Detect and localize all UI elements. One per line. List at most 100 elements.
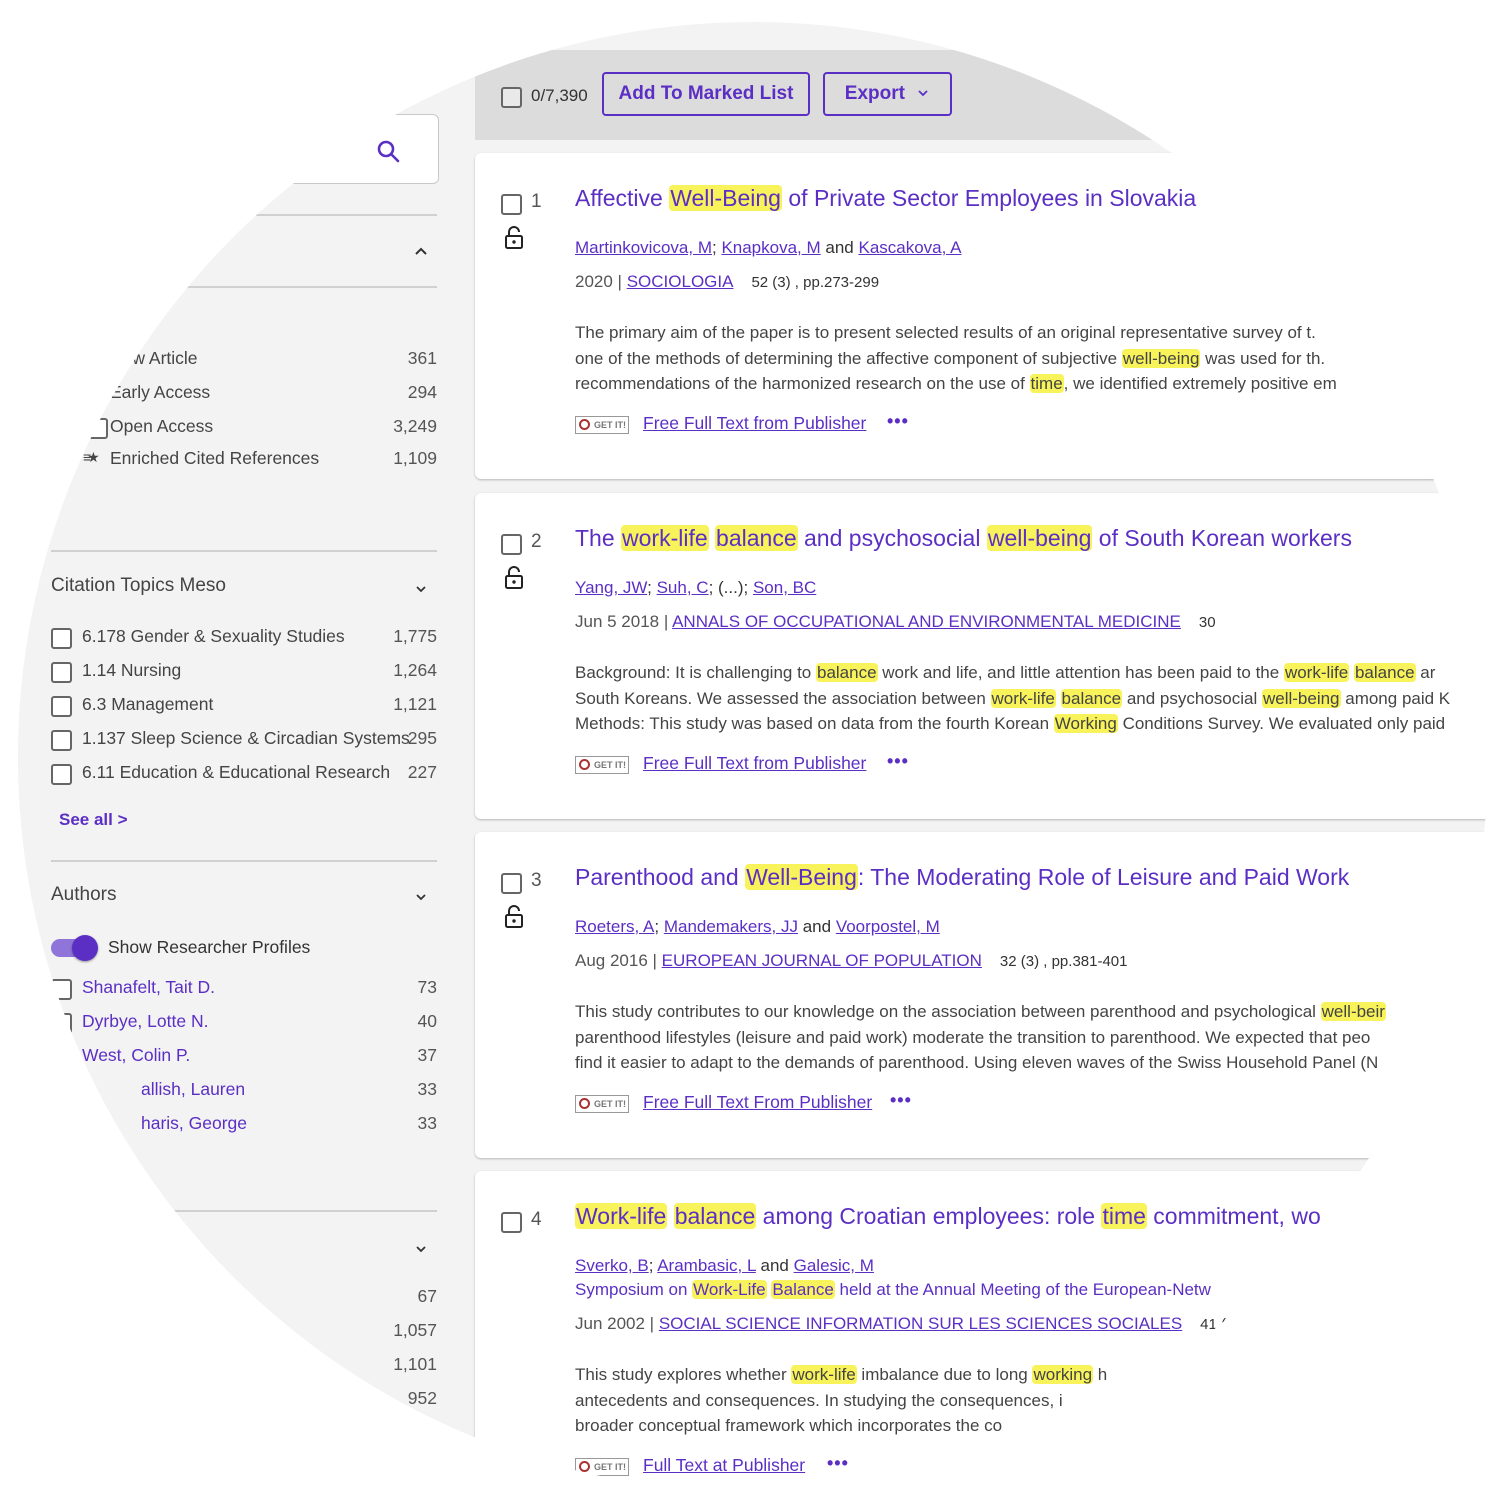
author-row[interactable]: West, Colin P. 37 — [51, 1044, 437, 1070]
journal-link[interactable]: SOCIOLOGIA — [627, 272, 734, 291]
author-link[interactable]: Son, BC — [753, 578, 816, 597]
author-link[interactable]: haris, George — [141, 1113, 247, 1134]
researcher-profiles-toggle[interactable] — [51, 935, 99, 961]
more-options-icon[interactable]: ••• — [887, 411, 909, 432]
result-title-link[interactable]: Affective Well-Being of Private Sector E… — [575, 185, 1196, 212]
topic-checkbox[interactable] — [51, 662, 72, 683]
result-title-link[interactable]: Parenthood and Well-Being: The Moderatin… — [575, 864, 1349, 891]
filter-row[interactable]: Open Access 3,249 — [51, 415, 437, 441]
journal-link[interactable]: SOCIAL SCIENCE INFORMATION SUR LES SCIEN… — [659, 1314, 1182, 1333]
author-link[interactable]: Shanafelt, Tait D. — [82, 977, 215, 998]
author-link[interactable]: Kascakova, A — [858, 238, 961, 257]
filter-checkbox[interactable] — [87, 350, 108, 371]
author-link[interactable]: West, Colin P. — [82, 1045, 190, 1066]
result-card: 1 Affective Well-Being of Private Sector … — [475, 153, 1488, 479]
filter-row[interactable]: ≡★ Enriched Cited References 1,109 — [51, 447, 437, 473]
chevron-down-icon[interactable] — [412, 888, 430, 906]
author-link[interactable]: Yang, JW — [575, 578, 647, 597]
filter-row[interactable]: 67 — [51, 1285, 437, 1311]
author-checkbox[interactable] — [51, 979, 72, 1000]
select-all-checkbox[interactable] — [501, 87, 522, 108]
get-it-label: GET IT! — [594, 760, 626, 770]
author-row[interactable]: haris, George 33 — [51, 1112, 437, 1138]
topic-row[interactable]: 6.11 Education & Educational Research 227 — [51, 761, 437, 787]
result-number: 4 — [531, 1209, 542, 1230]
filter-checkbox[interactable] — [87, 418, 108, 439]
conference-link[interactable]: Symposium on Work-Life Balance held at t… — [575, 1280, 1211, 1300]
result-checkbox[interactable] — [501, 534, 522, 555]
result-checkbox[interactable] — [501, 1212, 522, 1233]
open-access-lock-icon — [504, 904, 524, 933]
get-it-button[interactable]: GET IT! — [575, 416, 629, 434]
author-link[interactable]: Dyrbye, Lotte N. — [82, 1011, 208, 1032]
author-checkbox[interactable] — [51, 1013, 72, 1034]
more-options-icon[interactable]: ••• — [827, 1453, 849, 1474]
result-title-link[interactable]: Work-life balance among Croatian employe… — [575, 1203, 1321, 1230]
citation-topics-title[interactable]: Citation Topics Meso — [51, 575, 226, 597]
get-it-button[interactable]: GET IT! — [575, 1095, 629, 1113]
author-checkbox[interactable] — [51, 1081, 72, 1102]
filter-row[interactable]: Early Access 294 — [51, 381, 437, 407]
get-it-button[interactable]: GET IT! — [575, 1458, 629, 1476]
author-checkbox[interactable] — [51, 1047, 72, 1068]
author-row[interactable]: allish, Lauren 33 — [51, 1078, 437, 1104]
author-link[interactable]: Mandemakers, JJ — [664, 917, 798, 936]
add-to-marked-list-button[interactable]: Add To Marked List — [602, 72, 810, 116]
filter-row[interactable]: view Article 361 — [51, 347, 437, 373]
topic-row[interactable]: 6.3 Management 1,121 — [51, 693, 437, 719]
author-row[interactable]: Shanafelt, Tait D. 73 — [51, 976, 437, 1002]
result-checkbox[interactable] — [501, 194, 522, 215]
topic-checkbox[interactable] — [51, 764, 72, 785]
topic-row[interactable]: 1.137 Sleep Science & Circadian Systems 2… — [51, 727, 437, 753]
author-link[interactable]: Voorpostel, M — [836, 917, 940, 936]
author-link[interactable]: Knapkova, M — [721, 238, 820, 257]
text-segment: This study explores whether — [575, 1365, 792, 1384]
result-title-link[interactable]: The work-life balance and psychosocial w… — [575, 525, 1352, 552]
search-highlight: well-beir — [1320, 1002, 1386, 1021]
author-link[interactable]: Galesic, M — [794, 1256, 874, 1275]
author-link[interactable]: allish, Lauren — [141, 1079, 245, 1100]
filter-row[interactable]: 1,101 — [51, 1353, 437, 1379]
more-options-icon[interactable]: ••• — [890, 1090, 912, 1111]
authors-title[interactable]: Authors — [51, 884, 116, 906]
more-options-icon[interactable]: ••• — [887, 751, 909, 772]
journal-link[interactable]: EUROPEAN JOURNAL OF POPULATION — [662, 951, 982, 970]
results-toolbar: 0/7,390 Add To Marked List Export — [475, 50, 1488, 140]
see-all-topics-link[interactable]: See all > — [59, 810, 128, 830]
full-text-link[interactable]: Full Text at Publisher — [643, 1455, 805, 1476]
text-segment: among Croatian employees: role — [756, 1203, 1102, 1229]
text-segment: Symposium on — [575, 1280, 693, 1299]
separator: | — [647, 951, 662, 970]
get-it-label: GET IT! — [594, 1099, 626, 1109]
chevron-down-icon[interactable] — [412, 1240, 430, 1258]
text-segment: Methods: This study was based on data fr… — [575, 714, 1054, 734]
author-checkbox[interactable] — [51, 1115, 72, 1136]
journal-link[interactable]: ANNALS OF OCCUPATIONAL AND ENVIRONMENTAL… — [672, 612, 1181, 631]
topic-checkbox[interactable] — [51, 628, 72, 649]
topic-row[interactable]: 1.14 Nursing 1,264 — [51, 659, 437, 685]
export-button[interactable]: Export — [823, 72, 952, 116]
topic-checkbox[interactable] — [51, 696, 72, 717]
refine-search-input[interactable] — [160, 114, 439, 184]
author-link[interactable]: Suh, C — [657, 578, 709, 597]
filter-row[interactable]: 1,057 — [51, 1319, 437, 1345]
filter-row[interactable]: 952 — [51, 1387, 437, 1413]
chevron-up-icon[interactable] — [412, 242, 430, 260]
author-link[interactable]: Martinkovicova, M — [575, 238, 712, 257]
filter-checkbox[interactable] — [87, 384, 108, 405]
chevron-down-icon[interactable] — [412, 580, 430, 598]
author-row[interactable]: Dyrbye, Lotte N. 40 — [51, 1010, 437, 1036]
topic-checkbox[interactable] — [51, 730, 72, 751]
topic-row[interactable]: 6.178 Gender & Sexuality Studies 1,775 — [51, 625, 437, 651]
author-link[interactable]: Arambasic, L — [657, 1256, 756, 1275]
full-text-link[interactable]: Free Full Text From Publisher — [643, 1092, 872, 1113]
full-text-link[interactable]: Free Full Text from Publisher — [643, 753, 866, 774]
result-checkbox[interactable] — [501, 873, 522, 894]
search-icon[interactable] — [376, 139, 402, 170]
search-highlight: well-being — [1121, 348, 1201, 368]
author-link[interactable]: Roeters, A — [575, 917, 654, 936]
author-link[interactable]: Sverko, B — [575, 1256, 649, 1275]
page: t view Article 361 Early Access 294 Open Acc… — [18, 22, 1488, 1492]
get-it-button[interactable]: GET IT! — [575, 756, 629, 774]
full-text-link[interactable]: Free Full Text from Publisher — [643, 413, 866, 434]
